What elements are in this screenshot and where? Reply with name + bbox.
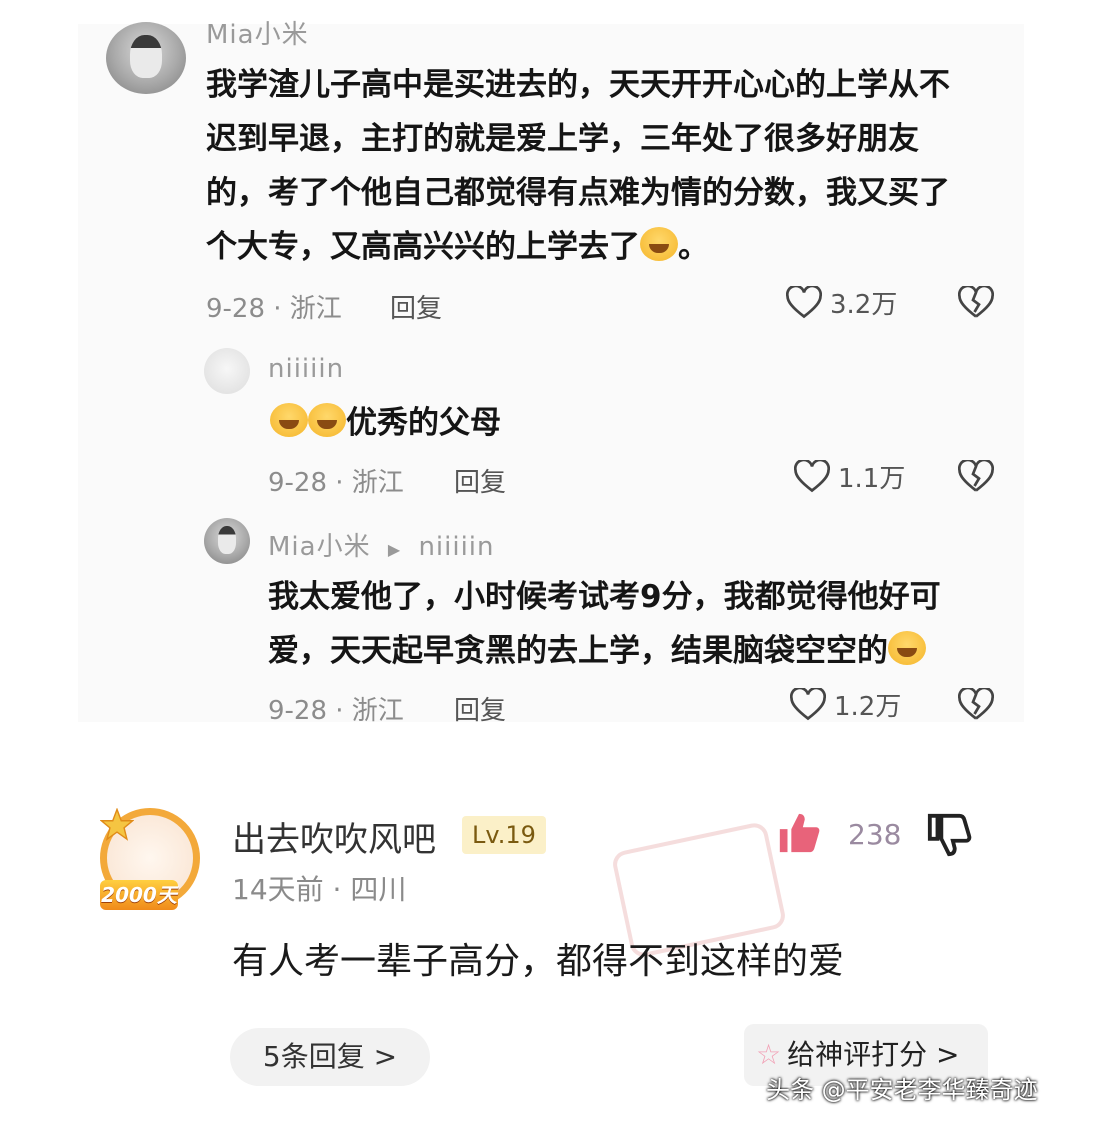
like-button[interactable]: 1.1万 [794, 458, 905, 495]
thumbs-up-icon[interactable] [776, 810, 822, 856]
reply-date-location: 9-28 · 浙江 [268, 696, 404, 726]
like-count: 3.2万 [830, 290, 898, 320]
like-button[interactable]: 1.2万 [790, 686, 901, 723]
view-replies-button[interactable]: 5条回复 > [230, 1028, 430, 1086]
heart-icon [790, 687, 826, 720]
commenter-username[interactable]: 出去吹吹风吧 [232, 812, 436, 861]
star-outline-icon: ☆ [756, 1038, 782, 1071]
comment-time-location: 14天前 · 四川 [232, 873, 407, 906]
days-badge: 2000天 [100, 880, 178, 910]
like-count: 1.2万 [834, 692, 902, 722]
heart-icon [794, 459, 830, 492]
laugh-cry-emoji-icon [270, 403, 308, 437]
reply-to-username: niiiiin [418, 532, 495, 562]
reply-text: 优秀的父母 [270, 396, 501, 450]
comment-date-location: 9-28 · 浙江 [206, 294, 342, 324]
laugh-cry-emoji-icon [308, 403, 346, 437]
broken-heart-icon[interactable] [958, 460, 994, 494]
like-count: 1.1万 [838, 464, 906, 494]
broken-heart-icon[interactable] [958, 688, 994, 722]
broken-heart-icon[interactable] [958, 286, 994, 320]
reply-username[interactable]: niiiiin [268, 354, 344, 384]
heart-icon [786, 285, 822, 318]
like-count: 238 [848, 818, 902, 851]
reply-avatar[interactable] [204, 518, 250, 564]
laugh-cry-emoji-icon [640, 227, 678, 261]
reply-button[interactable]: 回复 [390, 288, 442, 325]
star-icon [100, 808, 134, 841]
avatar[interactable] [106, 22, 186, 94]
reply-button[interactable]: 回复 [454, 690, 506, 727]
comment-username[interactable]: Mia小米 [206, 14, 309, 51]
comment-text: 有人考一辈子高分，都得不到这样的爱 [232, 941, 845, 982]
level-badge: Lv.19 [462, 816, 546, 854]
reply-arrow-icon: ▶ [387, 540, 402, 559]
reply-button[interactable]: 回复 [454, 462, 506, 499]
comment-text: 我学渣儿子高中是买进去的，天天开开心心的上学从不迟到早退，主打的就是爱上学，三年… [206, 67, 950, 265]
reply-text: 我太爱他了，小时候考试考9分，我都觉得他好可爱，天天起早贪黑的去上学，结果脑袋空… [268, 579, 941, 669]
reply-avatar[interactable] [204, 348, 250, 394]
grin-sweat-emoji-icon [888, 631, 926, 665]
like-button[interactable]: 3.2万 [786, 284, 897, 321]
watermark: 头条 @平安老李华臻奇迹 [766, 1076, 1038, 1104]
thumbs-down-icon[interactable] [926, 812, 972, 858]
reply-username[interactable]: Mia小米 ▶ niiiiin [268, 526, 495, 563]
reply-date-location: 9-28 · 浙江 [268, 468, 404, 498]
